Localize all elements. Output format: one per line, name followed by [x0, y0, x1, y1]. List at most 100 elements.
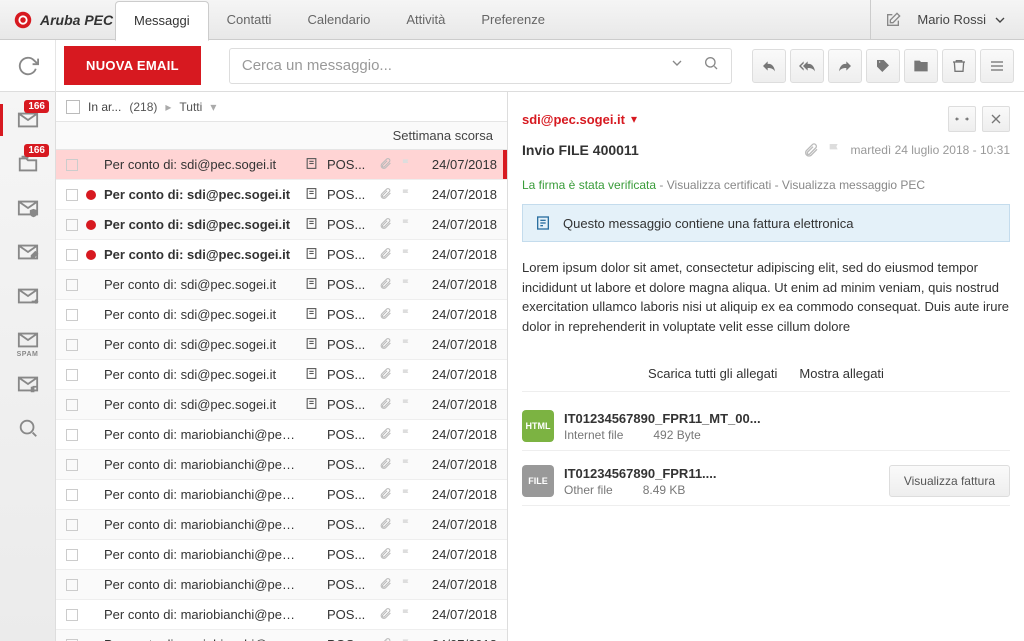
view-invoice-button[interactable]: Visualizza fattura: [889, 465, 1010, 497]
message-row[interactable]: Per conto di: sdi@pec.sogei.itPOS...24/0…: [56, 210, 507, 240]
rail-folders[interactable]: 166: [0, 142, 55, 186]
refresh-button[interactable]: [0, 40, 56, 92]
rail-search[interactable]: [0, 406, 55, 450]
close-reader-button[interactable]: [982, 106, 1010, 132]
compose-button[interactable]: NUOVA EMAIL: [64, 46, 201, 85]
row-checkbox[interactable]: [66, 549, 78, 561]
open-window-button[interactable]: [948, 106, 976, 132]
view-certificates-link[interactable]: Visualizza certificati: [667, 178, 771, 192]
message-row[interactable]: Per conto di: mariobianchi@pec.itPOS...2…: [56, 480, 507, 510]
tab-calendario[interactable]: Calendario: [289, 0, 388, 40]
row-checkbox[interactable]: [66, 609, 78, 621]
more-button[interactable]: [980, 49, 1014, 83]
filter-chevron-icon[interactable]: ▾: [210, 100, 216, 114]
row-checkbox[interactable]: [66, 519, 78, 531]
user-area: Mario Rossi: [870, 0, 1024, 40]
flag-icon[interactable]: [401, 427, 413, 442]
row-checkbox[interactable]: [66, 189, 78, 201]
row-checkbox[interactable]: [66, 429, 78, 441]
rail-sent[interactable]: [0, 274, 55, 318]
reply-all-button[interactable]: [790, 49, 824, 83]
read-sender[interactable]: sdi@pec.sogei.it: [522, 112, 625, 127]
row-checkbox[interactable]: [66, 219, 78, 231]
tab-contatti[interactable]: Contatti: [209, 0, 290, 40]
tab-attivita[interactable]: Attività: [388, 0, 463, 40]
delete-button[interactable]: [942, 49, 976, 83]
flag-icon[interactable]: [401, 187, 413, 202]
row-checkbox[interactable]: [66, 249, 78, 261]
folder-name[interactable]: In ar...: [88, 100, 121, 114]
flag-icon[interactable]: [401, 547, 413, 562]
flag-icon[interactable]: [401, 157, 413, 172]
message-list[interactable]: Per conto di: sdi@pec.sogei.itPOS...24/0…: [56, 150, 507, 641]
view-pec-link[interactable]: Visualizza messaggio PEC: [782, 178, 925, 192]
flag-icon[interactable]: [401, 397, 413, 412]
row-checkbox[interactable]: [66, 339, 78, 351]
filter-name[interactable]: Tutti: [179, 100, 202, 114]
search-input[interactable]: [242, 57, 661, 74]
flag-icon[interactable]: [401, 367, 413, 382]
row-checkbox[interactable]: [66, 159, 78, 171]
flag-icon[interactable]: [401, 487, 413, 502]
flag-icon[interactable]: [401, 217, 413, 232]
flag-icon[interactable]: [401, 337, 413, 352]
message-row[interactable]: Per conto di: mariobianchi@pec.itPOS...2…: [56, 510, 507, 540]
message-row[interactable]: Per conto di: sdi@pec.sogei.itPOS...24/0…: [56, 390, 507, 420]
row-checkbox[interactable]: [66, 309, 78, 321]
flag-icon[interactable]: [401, 637, 413, 641]
user-menu[interactable]: Mario Rossi: [917, 12, 1008, 28]
message-row[interactable]: Per conto di: mariobianchi@pec.itPOS...2…: [56, 540, 507, 570]
message-row[interactable]: Per conto di: sdi@pec.sogei.itPOS...24/0…: [56, 180, 507, 210]
attachment-icon: [379, 487, 393, 503]
archive-button[interactable]: [904, 49, 938, 83]
message-row[interactable]: Per conto di: sdi@pec.sogei.itPOS...24/0…: [56, 330, 507, 360]
show-attachments-link[interactable]: Mostra allegati: [799, 366, 884, 381]
message-row[interactable]: Per conto di: mariobianchi@pec.itPOS...2…: [56, 600, 507, 630]
message-row[interactable]: Per conto di: sdi@pec.sogei.itPOS...24/0…: [56, 360, 507, 390]
flag-icon[interactable]: [827, 142, 843, 158]
forward-button[interactable]: [828, 49, 862, 83]
message-row[interactable]: Per conto di: sdi@pec.sogei.itPOS...24/0…: [56, 150, 507, 180]
flag-icon[interactable]: [401, 457, 413, 472]
row-checkbox[interactable]: [66, 369, 78, 381]
row-checkbox[interactable]: [66, 459, 78, 471]
message-row[interactable]: Per conto di: mariobianchi@pec.itPOS...2…: [56, 630, 507, 641]
reading-pane: sdi@pec.sogei.it ▾ Invio FILE 400011 mar…: [508, 92, 1024, 641]
message-row[interactable]: Per conto di: mariobianchi@pec.itPOS...2…: [56, 450, 507, 480]
attachment-row[interactable]: HTMLIT01234567890_FPR11_MT_00...Internet…: [522, 402, 1010, 451]
search-dropdown[interactable]: [669, 55, 685, 76]
rail-trash[interactable]: [0, 362, 55, 406]
row-checkbox[interactable]: [66, 399, 78, 411]
flag-icon[interactable]: [401, 307, 413, 322]
row-checkbox[interactable]: [66, 279, 78, 291]
tab-messaggi[interactable]: Messaggi: [115, 1, 209, 41]
flag-icon[interactable]: [401, 277, 413, 292]
rail-drafts[interactable]: [0, 230, 55, 274]
flag-icon[interactable]: [401, 517, 413, 532]
flag-icon[interactable]: [401, 577, 413, 592]
message-row[interactable]: Per conto di: sdi@pec.sogei.itPOS...24/0…: [56, 240, 507, 270]
compose-icon-button[interactable]: [870, 0, 901, 40]
tag-button[interactable]: [866, 49, 900, 83]
search-button[interactable]: [703, 55, 719, 76]
row-checkbox[interactable]: [66, 489, 78, 501]
reply-button[interactable]: [752, 49, 786, 83]
row-sender: Per conto di: mariobianchi@pec.it: [104, 607, 297, 622]
tab-preferenze[interactable]: Preferenze: [463, 0, 563, 40]
message-row[interactable]: Per conto di: sdi@pec.sogei.itPOS...24/0…: [56, 300, 507, 330]
attachment-row[interactable]: FILEIT01234567890_FPR11....Other file8.4…: [522, 457, 1010, 506]
message-row[interactable]: Per conto di: mariobianchi@pec.itPOS...2…: [56, 570, 507, 600]
flag-icon[interactable]: [401, 247, 413, 262]
row-checkbox[interactable]: [66, 579, 78, 591]
rail-inbox[interactable]: 166: [0, 98, 55, 142]
sender-dropdown[interactable]: ▾: [631, 112, 637, 126]
rail-certified[interactable]: [0, 186, 55, 230]
message-row[interactable]: Per conto di: sdi@pec.sogei.itPOS...24/0…: [56, 270, 507, 300]
logo-icon: [12, 9, 34, 31]
message-row[interactable]: Per conto di: mariobianchi@pec.itPOS...2…: [56, 420, 507, 450]
select-all-checkbox[interactable]: [66, 100, 80, 114]
row-date: 24/07/2018: [421, 187, 497, 202]
download-all-link[interactable]: Scarica tutti gli allegati: [648, 366, 777, 381]
flag-icon[interactable]: [401, 607, 413, 622]
rail-spam[interactable]: SPAM: [0, 318, 55, 362]
